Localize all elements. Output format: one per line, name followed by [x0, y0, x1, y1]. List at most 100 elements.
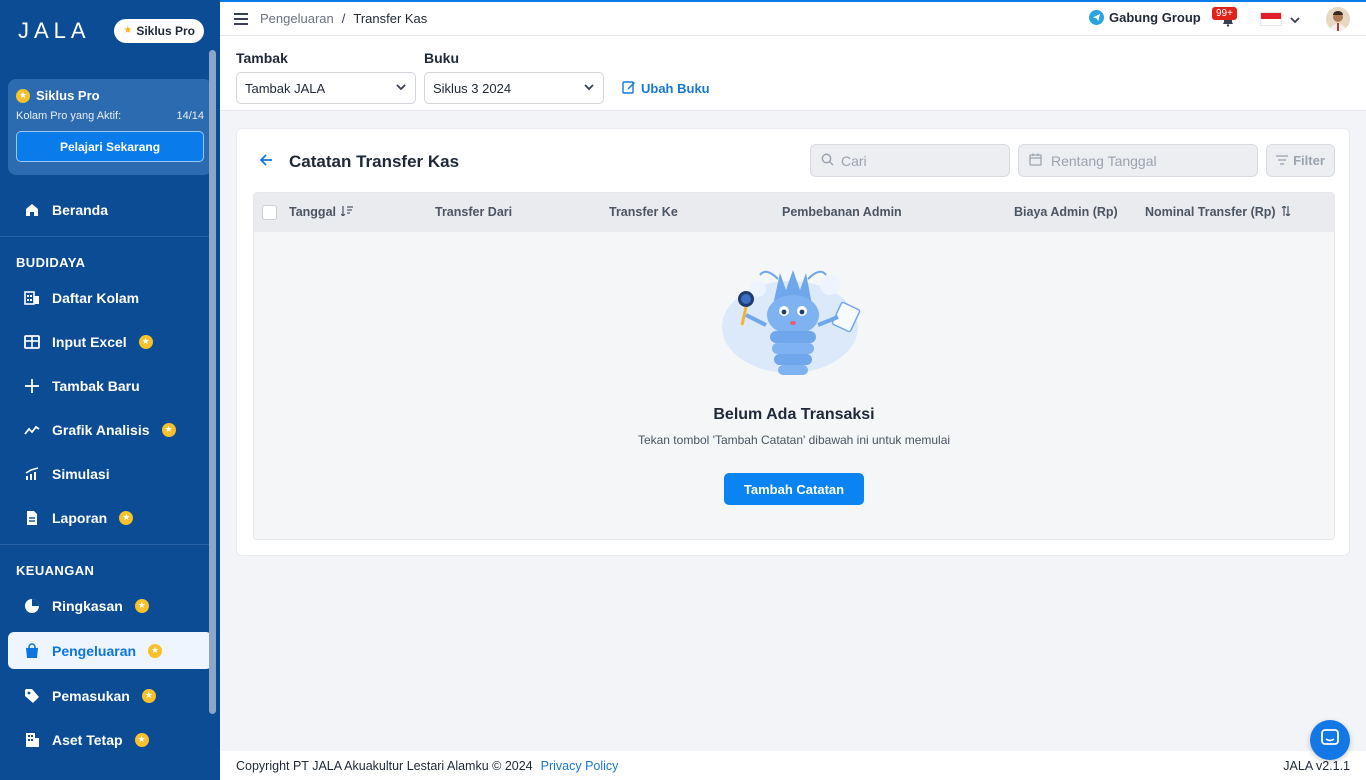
select-all-checkbox[interactable] — [262, 205, 277, 220]
pro-star-icon: ★ — [161, 422, 176, 437]
sidebar-item-input-excel[interactable]: Input Excel ★ — [8, 323, 212, 360]
sidebar-header: JALA ★ Siklus Pro — [0, 0, 220, 62]
column-header-biaya-admin: Biaya Admin (Rp) — [1014, 205, 1118, 219]
sidebar-item-label: Daftar Kolam — [52, 289, 140, 306]
table-icon — [24, 334, 40, 350]
join-group-link[interactable]: Gabung Group — [1089, 10, 1201, 25]
sidebar: JALA ★ Siklus Pro ★ Siklus Pro Kolam Pro… — [0, 0, 220, 780]
buku-select[interactable]: Siklus 3 2024 — [424, 72, 604, 104]
language-flag-icon[interactable] — [1260, 12, 1282, 26]
column-header-nominal-transfer[interactable]: Nominal Transfer (Rp) — [1145, 205, 1291, 219]
search-input[interactable]: Cari — [810, 144, 1010, 177]
sidebar-item-label: Input Excel — [52, 333, 127, 350]
learn-now-button[interactable]: Pelajari Sekarang — [16, 131, 204, 162]
pro-star-icon: ★ — [141, 688, 156, 703]
column-header-transfer-dari: Transfer Dari — [435, 205, 513, 219]
pond-list-icon — [24, 290, 40, 306]
edit-book-link[interactable]: Ubah Buku — [622, 80, 710, 97]
calendar-icon — [1029, 153, 1042, 169]
search-placeholder: Cari — [841, 152, 867, 169]
sidebar-divider — [0, 236, 210, 237]
shopping-bag-icon — [24, 642, 40, 659]
tambak-select-value: Tambak JALA — [245, 80, 326, 96]
sidebar-item-simulasi[interactable]: Simulasi — [8, 455, 212, 492]
active-ponds-label: Kolam Pro yang Aktif: — [16, 110, 122, 122]
back-arrow-icon[interactable] — [259, 153, 273, 172]
sidebar-item-ringkasan[interactable]: Ringkasan ★ — [8, 587, 212, 624]
pro-star-icon: ★ — [148, 643, 163, 658]
filter-bar: Tambak Tambak JALA Buku Siklus 3 2024 Ub… — [220, 36, 1366, 111]
chat-support-button[interactable] — [1310, 720, 1350, 760]
column-header-pembebanan-admin: Pembebanan Admin — [782, 205, 902, 219]
active-ponds-count: 14/14 — [176, 110, 204, 122]
copyright-text: Copyright PT JALA Akuakultur Lestari Ala… — [236, 758, 533, 773]
avatar[interactable] — [1326, 7, 1350, 31]
sidebar-item-pengeluaran[interactable]: Pengeluaran ★ — [8, 632, 212, 669]
transfer-table: Tanggal Transfer Dari Transfer Ke Pembeb… — [253, 192, 1335, 540]
empty-state-subtitle: Tekan tombol 'Tambah Catatan' dibawah in… — [637, 433, 951, 447]
column-header-transfer-ke: Transfer Ke — [609, 205, 678, 219]
sidebar-item-label: Grafik Analisis — [52, 421, 150, 438]
plan-pill-label: Siklus Pro — [136, 24, 195, 38]
report-file-icon — [24, 510, 40, 526]
sidebar-scrollbar[interactable] — [209, 50, 216, 714]
sidebar-item-aset-tetap[interactable]: Aset Tetap ★ — [8, 721, 212, 758]
menu-icon[interactable] — [234, 12, 248, 25]
sort-icon — [1281, 205, 1291, 219]
table-header: Tanggal Transfer Dari Transfer Ke Pembeb… — [254, 193, 1334, 232]
sort-desc-icon — [340, 205, 353, 219]
pro-star-icon: ★ — [123, 25, 133, 36]
jala-logo[interactable]: JALA — [18, 18, 91, 44]
sidebar-item-label: Laporan — [52, 509, 108, 526]
transfer-list-card: Catatan Transfer Kas Cari Rentang Tangga… — [236, 128, 1350, 556]
chevron-down-icon — [583, 81, 595, 96]
empty-state-shrimp-illustration — [718, 265, 868, 390]
building-icon — [24, 732, 40, 748]
home-icon — [24, 202, 40, 218]
add-record-button[interactable]: Tambah Catatan — [724, 473, 864, 505]
column-header-label: Nominal Transfer (Rp) — [1145, 205, 1276, 219]
plan-pill[interactable]: ★ Siklus Pro — [114, 19, 204, 43]
sidebar-item-label: Ringkasan — [52, 597, 123, 614]
pie-chart-icon — [24, 598, 40, 614]
sidebar-item-label: Pemasukan — [52, 687, 130, 704]
sidebar-item-label: Tambak Baru — [52, 377, 140, 394]
column-header-tanggal[interactable]: Tanggal — [289, 205, 353, 219]
search-icon — [821, 153, 834, 169]
filter-button[interactable]: Filter — [1266, 144, 1335, 177]
pro-card-usage: Kolam Pro yang Aktif: 14/14 — [16, 110, 204, 122]
sidebar-divider — [0, 544, 210, 545]
tambak-label: Tambak — [236, 50, 288, 66]
simulation-chart-icon — [24, 466, 40, 482]
pro-card-title: Siklus Pro — [36, 88, 100, 103]
sidebar-item-daftar-kolam[interactable]: Daftar Kolam — [8, 279, 212, 316]
sidebar-item-label: Beranda — [52, 201, 109, 218]
pro-star-icon: ★ — [134, 732, 149, 747]
date-range-input[interactable]: Rentang Tanggal — [1018, 144, 1258, 177]
topbar: Pengeluaran / Transfer Kas Gabung Group … — [220, 0, 1366, 36]
buku-select-value: Siklus 3 2024 — [433, 80, 512, 96]
sidebar-item-tambak-baru[interactable]: Tambak Baru — [8, 367, 212, 404]
sidebar-item-label: Pengeluaran — [52, 642, 137, 659]
pro-star-icon: ★ — [138, 334, 153, 349]
chevron-down-icon[interactable] — [1289, 13, 1301, 31]
filter-label: Filter — [1293, 153, 1325, 168]
section-label-budidaya: BUDIDAYA — [16, 255, 86, 270]
privacy-policy-link[interactable]: Privacy Policy — [541, 759, 619, 773]
breadcrumb-current: Transfer Kas — [353, 11, 428, 26]
sidebar-item-grafik-analisis[interactable]: Grafik Analisis ★ — [8, 411, 212, 448]
section-label-keuangan: KEUANGAN — [16, 563, 95, 578]
empty-state-title: Belum Ada Transaksi — [713, 406, 875, 423]
sidebar-item-laporan[interactable]: Laporan ★ — [8, 499, 212, 536]
filter-lines-icon — [1276, 153, 1289, 168]
sidebar-item-beranda[interactable]: Beranda — [8, 191, 212, 228]
sidebar-item-pemasukan[interactable]: Pemasukan ★ — [8, 677, 212, 714]
app-version: JALA v2.1.1 — [1283, 759, 1350, 773]
pro-plan-card: ★ Siklus Pro Kolam Pro yang Aktif: 14/14… — [8, 79, 212, 175]
pro-star-icon: ★ — [16, 88, 30, 103]
breadcrumb-parent[interactable]: Pengeluaran — [260, 11, 334, 26]
tambak-select[interactable]: Tambak JALA — [236, 72, 416, 104]
pro-card-title-row: ★ Siklus Pro — [16, 88, 204, 103]
plus-icon — [24, 378, 40, 394]
pro-star-icon: ★ — [119, 510, 134, 525]
